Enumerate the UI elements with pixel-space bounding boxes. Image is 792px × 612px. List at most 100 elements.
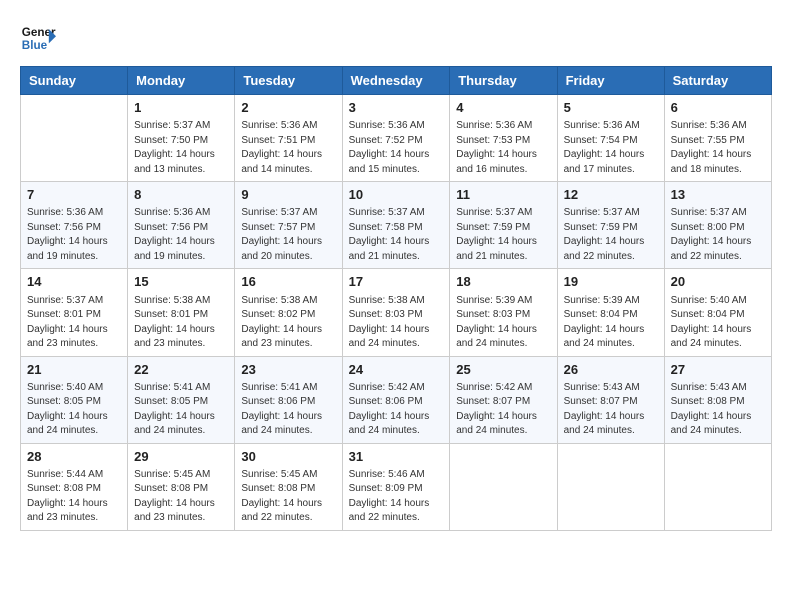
day-number: 29 xyxy=(134,448,228,466)
cell-info: Sunrise: 5:44 AM Sunset: 8:08 PM Dayligh… xyxy=(27,468,121,526)
calendar-week-row: 7 Sunrise: 5:36 AM Sunset: 7:56 PM Daylig… xyxy=(21,182,772,269)
cell-info: Sunrise: 5:36 AM Sunset: 7:52 PM Dayligh… xyxy=(349,119,444,177)
calendar-cell: 15 Sunrise: 5:38 AM Sunset: 8:01 PM Dayli… xyxy=(128,269,235,356)
calendar-cell: 9 Sunrise: 5:37 AM Sunset: 7:57 PM Daylig… xyxy=(235,182,342,269)
cell-info: Sunrise: 5:37 AM Sunset: 7:58 PM Dayligh… xyxy=(349,206,444,264)
calendar-cell: 1 Sunrise: 5:37 AM Sunset: 7:50 PM Daylig… xyxy=(128,95,235,182)
calendar-cell: 14 Sunrise: 5:37 AM Sunset: 8:01 PM Dayli… xyxy=(21,269,128,356)
calendar-week-row: 14 Sunrise: 5:37 AM Sunset: 8:01 PM Dayli… xyxy=(21,269,772,356)
header-tuesday: Tuesday xyxy=(235,67,342,95)
cell-info: Sunrise: 5:41 AM Sunset: 8:06 PM Dayligh… xyxy=(241,381,335,439)
calendar-week-row: 28 Sunrise: 5:44 AM Sunset: 8:08 PM Dayli… xyxy=(21,443,772,530)
calendar-header-row: SundayMondayTuesdayWednesdayThursdayFrid… xyxy=(21,67,772,95)
calendar-cell: 5 Sunrise: 5:36 AM Sunset: 7:54 PM Daylig… xyxy=(557,95,664,182)
cell-info: Sunrise: 5:37 AM Sunset: 7:57 PM Dayligh… xyxy=(241,206,335,264)
day-number: 26 xyxy=(564,361,658,379)
day-number: 9 xyxy=(241,186,335,204)
day-number: 22 xyxy=(134,361,228,379)
calendar-cell: 7 Sunrise: 5:36 AM Sunset: 7:56 PM Daylig… xyxy=(21,182,128,269)
header-wednesday: Wednesday xyxy=(342,67,450,95)
calendar-cell: 28 Sunrise: 5:44 AM Sunset: 8:08 PM Dayli… xyxy=(21,443,128,530)
cell-info: Sunrise: 5:45 AM Sunset: 8:08 PM Dayligh… xyxy=(134,468,228,526)
calendar-cell: 20Sunrise: 5:40 AM Sunset: 8:04 PM Dayli… xyxy=(664,269,771,356)
cell-info: Sunrise: 5:38 AM Sunset: 8:03 PM Dayligh… xyxy=(349,294,444,352)
calendar-cell: 31 Sunrise: 5:46 AM Sunset: 8:09 PM Dayli… xyxy=(342,443,450,530)
calendar-cell: 29 Sunrise: 5:45 AM Sunset: 8:08 PM Dayli… xyxy=(128,443,235,530)
calendar-cell: 3 Sunrise: 5:36 AM Sunset: 7:52 PM Daylig… xyxy=(342,95,450,182)
calendar-cell: 19 Sunrise: 5:39 AM Sunset: 8:04 PM Dayli… xyxy=(557,269,664,356)
cell-info: Sunrise: 5:39 AM Sunset: 8:04 PM Dayligh… xyxy=(564,294,658,352)
header-monday: Monday xyxy=(128,67,235,95)
day-number: 16 xyxy=(241,273,335,291)
day-number: 18 xyxy=(456,273,550,291)
day-number: 8 xyxy=(134,186,228,204)
cell-info: Sunrise: 5:40 AM Sunset: 8:05 PM Dayligh… xyxy=(27,381,121,439)
calendar-cell: 6 Sunrise: 5:36 AM Sunset: 7:55 PM Daylig… xyxy=(664,95,771,182)
cell-info: Sunrise: 5:46 AM Sunset: 8:09 PM Dayligh… xyxy=(349,468,444,526)
cell-info: Sunrise: 5:36 AM Sunset: 7:56 PM Dayligh… xyxy=(134,206,228,264)
calendar-cell: 24 Sunrise: 5:42 AM Sunset: 8:06 PM Dayli… xyxy=(342,356,450,443)
header-saturday: Saturday xyxy=(664,67,771,95)
calendar-cell: 13 Sunrise: 5:37 AM Sunset: 8:00 PM Dayli… xyxy=(664,182,771,269)
page-header: General Blue xyxy=(20,20,772,56)
calendar-cell: 12 Sunrise: 5:37 AM Sunset: 7:59 PM Dayli… xyxy=(557,182,664,269)
calendar-cell xyxy=(21,95,128,182)
calendar-cell: 11Sunrise: 5:37 AM Sunset: 7:59 PM Dayli… xyxy=(450,182,557,269)
calendar-cell: 26 Sunrise: 5:43 AM Sunset: 8:07 PM Dayli… xyxy=(557,356,664,443)
cell-info: Sunrise: 5:43 AM Sunset: 8:08 PM Dayligh… xyxy=(671,381,765,439)
calendar-cell: 30 Sunrise: 5:45 AM Sunset: 8:08 PM Dayli… xyxy=(235,443,342,530)
cell-info: Sunrise: 5:38 AM Sunset: 8:01 PM Dayligh… xyxy=(134,294,228,352)
day-number: 24 xyxy=(349,361,444,379)
day-number: 28 xyxy=(27,448,121,466)
cell-info: Sunrise: 5:45 AM Sunset: 8:08 PM Dayligh… xyxy=(241,468,335,526)
calendar-week-row: 1 Sunrise: 5:37 AM Sunset: 7:50 PM Daylig… xyxy=(21,95,772,182)
calendar-cell: 22 Sunrise: 5:41 AM Sunset: 8:05 PM Dayli… xyxy=(128,356,235,443)
day-number: 19 xyxy=(564,273,658,291)
cell-info: Sunrise: 5:37 AM Sunset: 8:00 PM Dayligh… xyxy=(671,206,765,264)
cell-info: Sunrise: 5:36 AM Sunset: 7:55 PM Dayligh… xyxy=(671,119,765,177)
day-number: 10 xyxy=(349,186,444,204)
calendar-cell: 16 Sunrise: 5:38 AM Sunset: 8:02 PM Dayli… xyxy=(235,269,342,356)
day-number: 5 xyxy=(564,99,658,117)
calendar-cell xyxy=(664,443,771,530)
day-number: 30 xyxy=(241,448,335,466)
cell-info: Sunrise: 5:43 AM Sunset: 8:07 PM Dayligh… xyxy=(564,381,658,439)
cell-info: Sunrise: 5:41 AM Sunset: 8:05 PM Dayligh… xyxy=(134,381,228,439)
day-number: 17 xyxy=(349,273,444,291)
calendar-table: SundayMondayTuesdayWednesdayThursdayFrid… xyxy=(20,66,772,531)
calendar-cell: 17 Sunrise: 5:38 AM Sunset: 8:03 PM Dayli… xyxy=(342,269,450,356)
day-number: 1 xyxy=(134,99,228,117)
cell-info: Sunrise: 5:42 AM Sunset: 8:07 PM Dayligh… xyxy=(456,381,550,439)
day-number: 7 xyxy=(27,186,121,204)
day-number: 3 xyxy=(349,99,444,117)
cell-info: Sunrise: 5:42 AM Sunset: 8:06 PM Dayligh… xyxy=(349,381,444,439)
logo: General Blue xyxy=(20,20,62,56)
cell-info: Sunrise: 5:36 AM Sunset: 7:53 PM Dayligh… xyxy=(456,119,550,177)
logo-icon: General Blue xyxy=(20,20,56,56)
day-number: 13 xyxy=(671,186,765,204)
day-number: 11 xyxy=(456,186,550,204)
day-number: 23 xyxy=(241,361,335,379)
cell-info: Sunrise: 5:37 AM Sunset: 8:01 PM Dayligh… xyxy=(27,294,121,352)
day-number: 6 xyxy=(671,99,765,117)
day-number: 14 xyxy=(27,273,121,291)
cell-info: Sunrise: 5:38 AM Sunset: 8:02 PM Dayligh… xyxy=(241,294,335,352)
calendar-week-row: 21Sunrise: 5:40 AM Sunset: 8:05 PM Dayli… xyxy=(21,356,772,443)
cell-info: Sunrise: 5:36 AM Sunset: 7:54 PM Dayligh… xyxy=(564,119,658,177)
calendar-cell: 27 Sunrise: 5:43 AM Sunset: 8:08 PM Dayli… xyxy=(664,356,771,443)
day-number: 20 xyxy=(671,273,765,291)
day-number: 25 xyxy=(456,361,550,379)
cell-info: Sunrise: 5:37 AM Sunset: 7:59 PM Dayligh… xyxy=(564,206,658,264)
day-number: 31 xyxy=(349,448,444,466)
cell-info: Sunrise: 5:37 AM Sunset: 7:50 PM Dayligh… xyxy=(134,119,228,177)
calendar-cell: 8 Sunrise: 5:36 AM Sunset: 7:56 PM Daylig… xyxy=(128,182,235,269)
day-number: 27 xyxy=(671,361,765,379)
day-number: 15 xyxy=(134,273,228,291)
calendar-cell: 4 Sunrise: 5:36 AM Sunset: 7:53 PM Daylig… xyxy=(450,95,557,182)
calendar-cell: 10 Sunrise: 5:37 AM Sunset: 7:58 PM Dayli… xyxy=(342,182,450,269)
calendar-cell xyxy=(557,443,664,530)
day-number: 4 xyxy=(456,99,550,117)
cell-info: Sunrise: 5:36 AM Sunset: 7:56 PM Dayligh… xyxy=(27,206,121,264)
cell-info: Sunrise: 5:36 AM Sunset: 7:51 PM Dayligh… xyxy=(241,119,335,177)
day-number: 12 xyxy=(564,186,658,204)
